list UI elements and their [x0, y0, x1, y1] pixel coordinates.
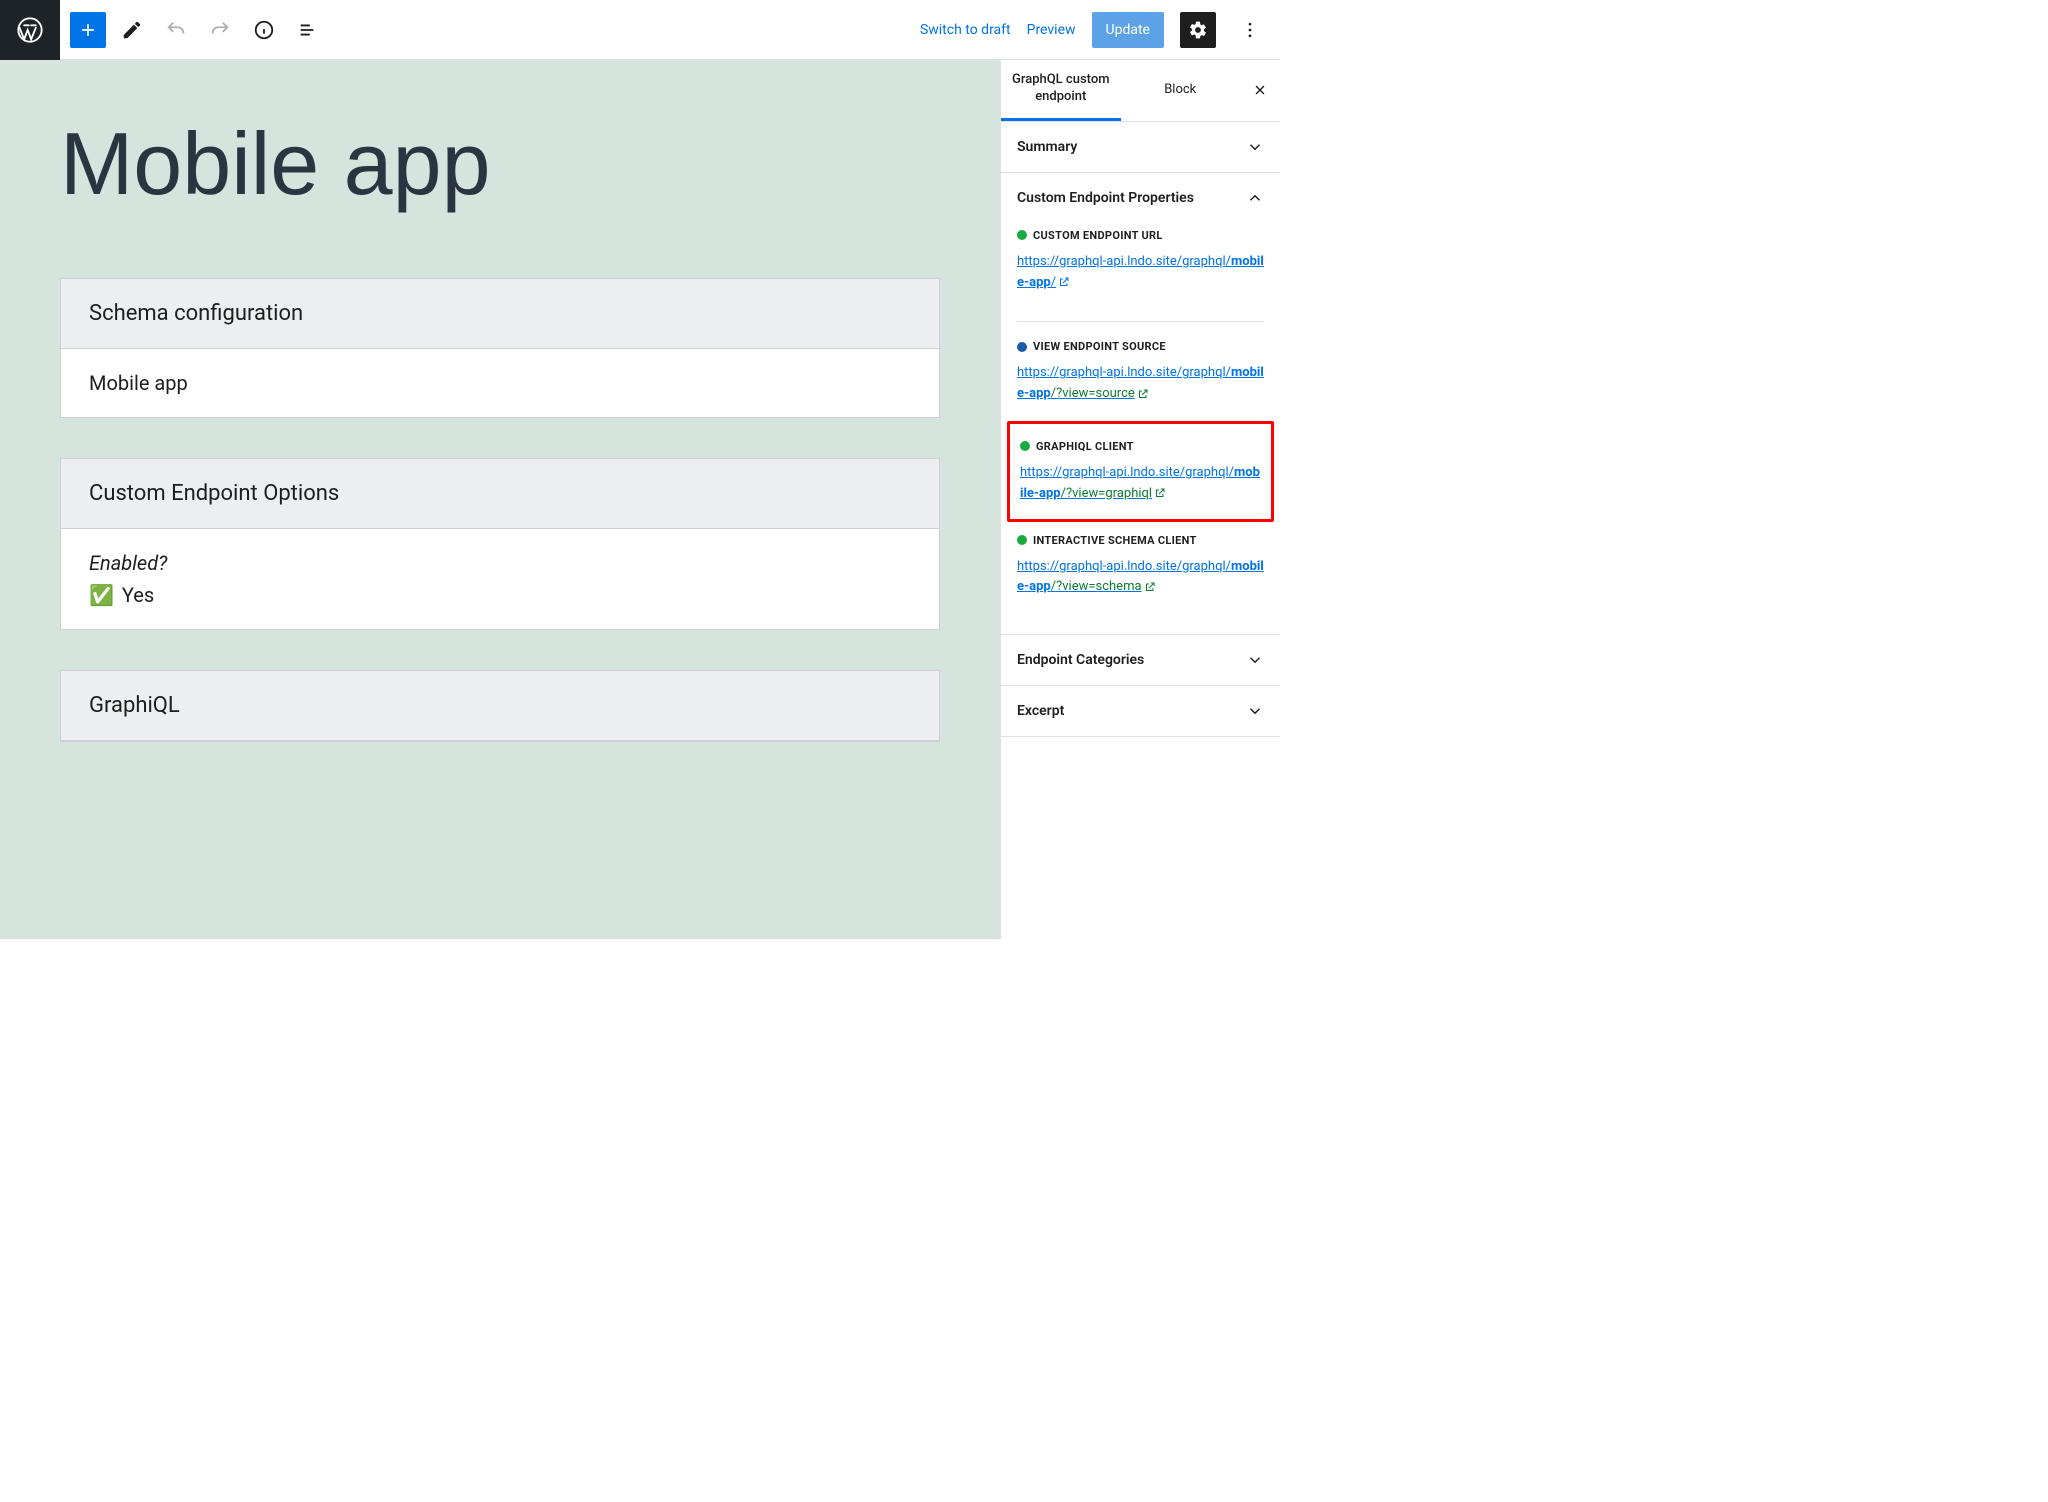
- panel-excerpt-header[interactable]: Excerpt: [1001, 686, 1280, 736]
- update-button[interactable]: Update: [1092, 12, 1164, 48]
- panel-endpoint-properties: Custom Endpoint Properties CUSTOM ENDPOI…: [1001, 173, 1280, 635]
- prop-view-source: VIEW ENDPOINT SOURCE https://graphql-api…: [1017, 334, 1264, 421]
- panel-title: Excerpt: [1017, 703, 1064, 719]
- panel-summary: Summary: [1001, 122, 1280, 173]
- edit-mode-button[interactable]: [114, 12, 150, 48]
- toolbar-right-group: Switch to draft Preview Update: [920, 12, 1280, 48]
- panel-endpoint-categories: Endpoint Categories: [1001, 635, 1280, 686]
- chevron-down-icon: [1246, 651, 1264, 669]
- panel-props-body: CUSTOM ENDPOINT URL https://graphql-api.…: [1001, 223, 1280, 634]
- settings-button[interactable]: [1180, 12, 1216, 48]
- chevron-up-icon: [1246, 189, 1264, 207]
- block-body: Mobile app: [61, 349, 939, 417]
- divider: [1017, 321, 1264, 322]
- page-title[interactable]: Mobile app: [60, 120, 940, 208]
- editor-canvas[interactable]: Mobile app Schema configuration Mobile a…: [0, 60, 1000, 939]
- kebab-icon: [1240, 20, 1260, 40]
- list-icon: [297, 19, 319, 41]
- info-icon: [253, 19, 275, 41]
- prop-label: GRAPHIQL CLIENT: [1036, 440, 1134, 453]
- panel-excerpt: Excerpt: [1001, 686, 1280, 737]
- external-link-icon: [1058, 276, 1070, 288]
- status-dot-icon: [1017, 230, 1027, 240]
- enabled-value: Yes: [122, 583, 154, 607]
- top-toolbar: Switch to draft Preview Update: [0, 0, 1280, 60]
- prop-custom-url: CUSTOM ENDPOINT URL https://graphql-api.…: [1017, 223, 1264, 310]
- panel-title: Custom Endpoint Properties: [1017, 190, 1194, 206]
- workspace: Mobile app Schema configuration Mobile a…: [0, 60, 1280, 939]
- block-heading: Custom Endpoint Options: [61, 459, 939, 529]
- status-dot-icon: [1017, 535, 1027, 545]
- redo-icon: [209, 19, 231, 41]
- prop-title: VIEW ENDPOINT SOURCE: [1017, 340, 1264, 353]
- gear-icon: [1188, 20, 1208, 40]
- more-options-button[interactable]: [1232, 12, 1268, 48]
- external-link-icon: [1154, 487, 1166, 499]
- status-dot-icon: [1017, 342, 1027, 352]
- panel-summary-header[interactable]: Summary: [1001, 122, 1280, 172]
- status-dot-icon: [1020, 441, 1030, 451]
- prop-title: INTERACTIVE SCHEMA CLIENT: [1017, 534, 1264, 547]
- panel-categories-header[interactable]: Endpoint Categories: [1001, 635, 1280, 685]
- graphiql-client-link[interactable]: https://graphql-api.lndo.site/graphql/mo…: [1020, 463, 1261, 505]
- sidebar-tabs: GraphQL custom endpoint Block: [1001, 60, 1280, 122]
- endpoint-options-block[interactable]: Custom Endpoint Options Enabled? ✅ Yes: [60, 458, 940, 630]
- wordpress-logo[interactable]: [0, 0, 60, 60]
- outline-button[interactable]: [290, 12, 326, 48]
- tab-graphql-endpoint[interactable]: GraphQL custom endpoint: [1001, 60, 1121, 121]
- prop-title: GRAPHIQL CLIENT: [1020, 440, 1261, 453]
- pencil-icon: [121, 19, 143, 41]
- prop-title: CUSTOM ENDPOINT URL: [1017, 229, 1264, 242]
- tab-block[interactable]: Block: [1121, 70, 1241, 111]
- prop-schema-client: INTERACTIVE SCHEMA CLIENT https://graphq…: [1017, 528, 1264, 615]
- external-link-icon: [1144, 581, 1156, 593]
- redo-button[interactable]: [202, 12, 238, 48]
- prop-label: CUSTOM ENDPOINT URL: [1033, 229, 1163, 242]
- check-icon: ✅: [89, 583, 114, 607]
- info-button[interactable]: [246, 12, 282, 48]
- undo-button[interactable]: [158, 12, 194, 48]
- endpoint-url-link[interactable]: https://graphql-api.lndo.site/graphql/mo…: [1017, 252, 1264, 294]
- preview-button[interactable]: Preview: [1027, 22, 1076, 38]
- highlighted-graphiql-section: GRAPHIQL CLIENT https://graphql-api.lndo…: [1007, 421, 1274, 522]
- panel-title: Summary: [1017, 139, 1077, 155]
- external-link-icon: [1137, 388, 1149, 400]
- schema-client-link[interactable]: https://graphql-api.lndo.site/graphql/mo…: [1017, 557, 1264, 599]
- chevron-down-icon: [1246, 138, 1264, 156]
- schema-configuration-block[interactable]: Schema configuration Mobile app: [60, 278, 940, 418]
- wordpress-icon: [16, 16, 44, 44]
- enabled-value-row: ✅ Yes: [89, 583, 911, 607]
- chevron-down-icon: [1246, 702, 1264, 720]
- switch-to-draft-button[interactable]: Switch to draft: [920, 22, 1011, 38]
- toolbar-left-group: [60, 12, 326, 48]
- panel-props-header[interactable]: Custom Endpoint Properties: [1001, 173, 1280, 223]
- settings-sidebar: GraphQL custom endpoint Block Summary Cu…: [1000, 60, 1280, 939]
- undo-icon: [165, 19, 187, 41]
- block-body: Enabled? ✅ Yes: [61, 529, 939, 629]
- close-sidebar-button[interactable]: [1240, 82, 1280, 98]
- plus-icon: [78, 20, 98, 40]
- block-heading: GraphiQL: [61, 671, 939, 741]
- view-source-link[interactable]: https://graphql-api.lndo.site/graphql/mo…: [1017, 363, 1264, 405]
- close-icon: [1252, 82, 1268, 98]
- prop-graphiql-client: GRAPHIQL CLIENT https://graphql-api.lndo…: [1020, 434, 1261, 505]
- add-block-button[interactable]: [70, 12, 106, 48]
- graphiql-block[interactable]: GraphiQL: [60, 670, 940, 742]
- enabled-label: Enabled?: [89, 551, 911, 575]
- prop-label: VIEW ENDPOINT SOURCE: [1033, 340, 1166, 353]
- panel-title: Endpoint Categories: [1017, 652, 1144, 668]
- prop-label: INTERACTIVE SCHEMA CLIENT: [1033, 534, 1197, 547]
- block-heading: Schema configuration: [61, 279, 939, 349]
